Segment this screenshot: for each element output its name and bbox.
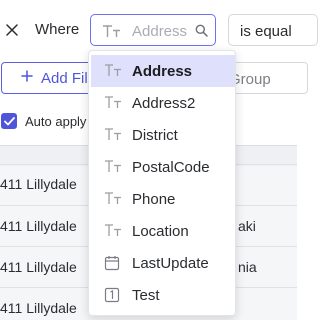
field-option-address[interactable]: Address (91, 55, 235, 87)
field-option-postalcode[interactable]: PostalCode (91, 151, 235, 183)
field-option-label: Phone (132, 191, 176, 208)
table-cell: 411 Lillydale (0, 300, 77, 316)
field-option-location[interactable]: Location (91, 215, 235, 247)
table-cell: 411 Lillydale (0, 259, 77, 275)
field-option-address2[interactable]: Address2 (91, 87, 235, 119)
plus-icon (21, 69, 33, 87)
number-type-icon (104, 287, 122, 303)
table-cell: 411 Lillydale (0, 218, 77, 234)
auto-apply-label: Auto apply (25, 114, 87, 129)
text-type-icon (104, 159, 122, 175)
operator-value: is equal (240, 23, 292, 40)
search-icon (195, 24, 208, 42)
field-option-label: Address2 (132, 95, 196, 112)
field-search-input[interactable]: Address (90, 14, 216, 46)
text-type-icon (102, 24, 122, 43)
add-filter-button[interactable]: Add Fil (1, 62, 101, 94)
where-label: Where (35, 21, 80, 38)
field-option-lastupdate[interactable]: LastUpdate (91, 247, 235, 279)
field-option-phone[interactable]: Phone (91, 183, 235, 215)
field-search-placeholder: Address (132, 23, 188, 40)
text-type-icon (104, 223, 122, 239)
text-type-icon (104, 127, 122, 143)
auto-apply-checkbox[interactable] (1, 113, 17, 129)
field-option-label: District (132, 127, 178, 144)
table-cell: nia (238, 259, 257, 275)
operator-select[interactable]: is equal (228, 14, 318, 46)
field-option-label: LastUpdate (132, 255, 209, 272)
text-type-icon (104, 63, 122, 79)
calendar-icon (104, 255, 122, 271)
text-type-icon (104, 95, 122, 111)
close-icon[interactable] (2, 20, 22, 40)
field-option-label: PostalCode (132, 159, 210, 176)
add-filter-label: Add Fil (41, 69, 88, 87)
field-option-district[interactable]: District (91, 119, 235, 151)
field-option-label: Location (132, 223, 189, 240)
field-option-label: Test (132, 287, 160, 304)
table-cell: 411 Lillydale (0, 176, 77, 192)
field-option-label: Address (132, 63, 193, 80)
field-dropdown: Address Address2 District PostalCode Pho… (88, 50, 236, 316)
text-type-icon (104, 191, 122, 207)
field-option-test[interactable]: Test (91, 279, 235, 311)
table-cell: aki (238, 218, 256, 234)
